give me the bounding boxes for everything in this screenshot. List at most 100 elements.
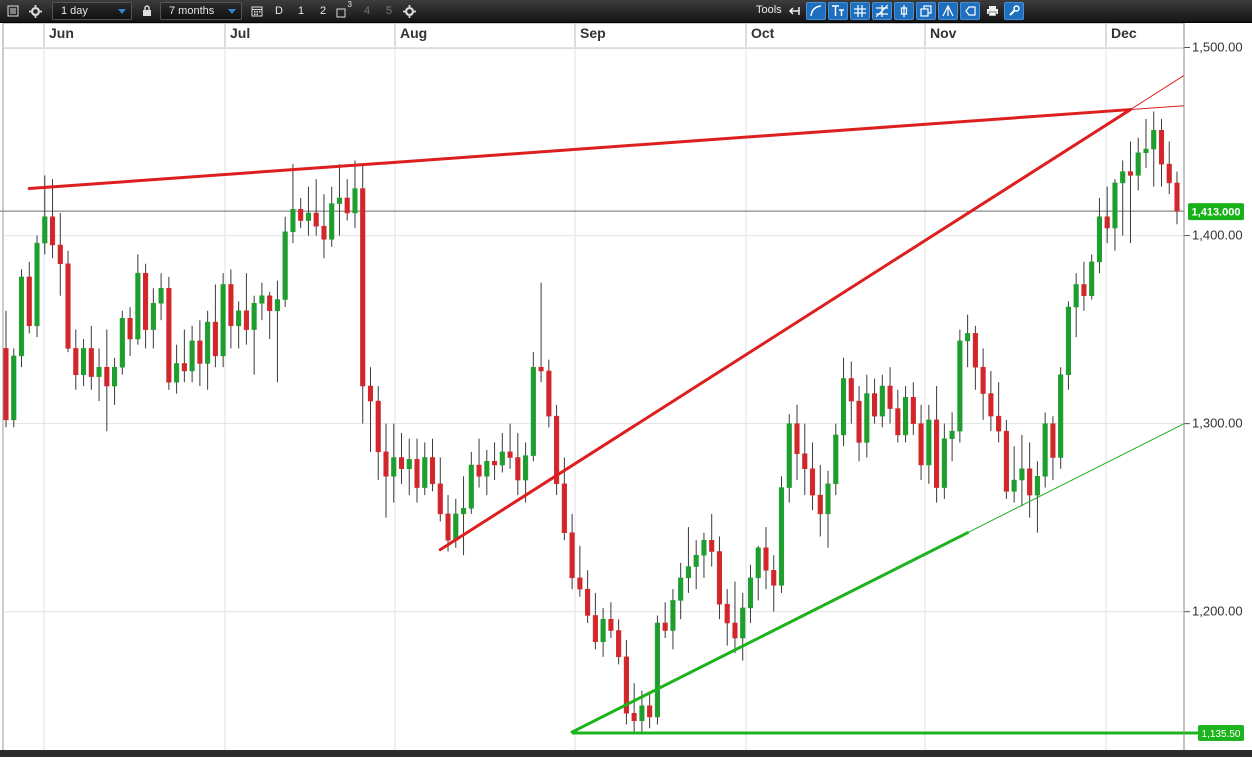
price-chart[interactable]: Jun Jul Aug Sep Oct Nov Dec 1,500.00 1,400.00 1,… — [0, 22, 1252, 757]
candle-down — [716, 551, 723, 605]
candle-up — [678, 577, 684, 601]
candle-down — [507, 451, 513, 458]
interval-value: 1 day — [61, 5, 88, 17]
candle-up — [174, 363, 180, 383]
candle-down — [1166, 163, 1172, 184]
layout-1-button[interactable]: 1 — [292, 2, 310, 20]
candle-down — [980, 366, 986, 394]
settings-wrench-icon[interactable] — [1004, 2, 1024, 20]
layout-4-button[interactable]: 4 — [358, 2, 376, 20]
candle-up — [833, 434, 839, 485]
candle-down — [910, 397, 916, 424]
text-tool-icon[interactable] — [828, 2, 848, 20]
candle-down — [856, 400, 862, 443]
candle-down — [608, 618, 614, 631]
candle-down — [181, 363, 187, 372]
layout-d-button[interactable]: D — [270, 2, 288, 20]
candle-down — [972, 333, 978, 368]
candle-down — [65, 263, 71, 349]
curve-tool-icon[interactable] — [806, 2, 826, 20]
candle-up — [453, 513, 459, 541]
candle-down — [538, 366, 544, 372]
candle-up — [1112, 182, 1118, 229]
candle-up — [158, 287, 164, 304]
candle-up — [18, 276, 25, 357]
candle-up — [778, 487, 785, 586]
candle-up — [825, 483, 831, 515]
candle-down — [1027, 468, 1033, 496]
fibonacci-tool-icon[interactable] — [872, 2, 892, 20]
settings-gear-icon[interactable] — [26, 2, 44, 20]
shape-tool-icon[interactable] — [960, 2, 980, 20]
candle-up — [693, 555, 699, 567]
candle-down — [934, 419, 940, 488]
candle-down — [872, 393, 878, 417]
candle-up — [1058, 374, 1064, 458]
candle-down — [398, 457, 405, 470]
chart-settings-gear-icon[interactable] — [400, 2, 418, 20]
layout-2-button[interactable]: 2 — [314, 2, 332, 20]
candle-up — [391, 457, 397, 477]
grid-tool-icon[interactable] — [850, 2, 870, 20]
layout-5-button[interactable]: 5 — [380, 2, 398, 20]
y-tick-label: 1,400.00 — [1192, 228, 1243, 243]
candle-down — [794, 423, 800, 454]
candle-down — [918, 423, 924, 466]
current-price-label: 1,413.000 — [1192, 207, 1241, 219]
x-tick-label: Dec — [1111, 25, 1137, 41]
candle-down — [887, 385, 893, 409]
candle-down — [321, 225, 327, 240]
candle-up — [259, 295, 265, 304]
candle-up — [941, 438, 947, 488]
candle-up — [189, 340, 195, 372]
candle-down — [437, 483, 443, 515]
calendar-icon[interactable] — [248, 2, 266, 20]
candle-down — [367, 385, 374, 402]
candle-up — [755, 547, 761, 579]
range-select[interactable]: 7 months — [160, 2, 242, 20]
candle-down — [212, 321, 218, 357]
lock-icon[interactable] — [138, 2, 156, 20]
copy-tool-icon[interactable] — [916, 2, 936, 20]
candle-up — [251, 303, 257, 330]
candle-down — [414, 459, 420, 488]
candle-up — [786, 423, 792, 488]
candle-down — [996, 415, 1002, 432]
candle-down — [57, 244, 63, 265]
candle-up — [1011, 479, 1017, 492]
print-icon[interactable] — [982, 2, 1002, 20]
x-tick-label: Jul — [230, 25, 250, 41]
candle-up — [274, 299, 280, 312]
x-tick-label: Jun — [49, 25, 74, 41]
candle-up — [336, 197, 343, 204]
chart-canvas[interactable]: Jun Jul Aug Sep Oct Nov Dec 1,500.001,400.001,… — [0, 22, 1252, 757]
back-arrow-icon[interactable] — [784, 2, 804, 20]
candle-up — [600, 618, 606, 643]
candle-up — [1019, 468, 1025, 481]
candle-up — [406, 459, 412, 470]
candle-down — [732, 622, 738, 639]
candle-up — [96, 366, 102, 377]
candle-up — [747, 577, 754, 609]
y-tick-label: 1,200.00 — [1192, 604, 1243, 619]
candle-up — [11, 355, 17, 421]
candle-down — [344, 197, 350, 214]
candle-up — [670, 600, 676, 631]
candle-down — [631, 713, 637, 722]
candle-down — [1104, 216, 1110, 229]
interval-select[interactable]: 1 day — [52, 2, 132, 20]
candle-up — [1089, 261, 1095, 296]
candle-up — [290, 208, 296, 233]
candle-up — [926, 419, 932, 466]
y-axis: 1,500.00 1,400.00 1,300.00 1,200.00 1,135.50… — [1183, 23, 1244, 751]
layout-3-icon[interactable]: 3 — [334, 0, 352, 20]
marker-tool-icon[interactable] — [894, 2, 914, 20]
candle-up — [701, 539, 707, 556]
scroll-strip[interactable] — [0, 750, 1252, 757]
candle-down — [1081, 284, 1087, 296]
candle-down — [88, 348, 94, 377]
menu-icon[interactable] — [4, 2, 22, 20]
y-tick-label: 1,300.00 — [1192, 416, 1243, 431]
candle-down — [228, 284, 234, 327]
pitchfork-tool-icon[interactable] — [938, 2, 958, 20]
